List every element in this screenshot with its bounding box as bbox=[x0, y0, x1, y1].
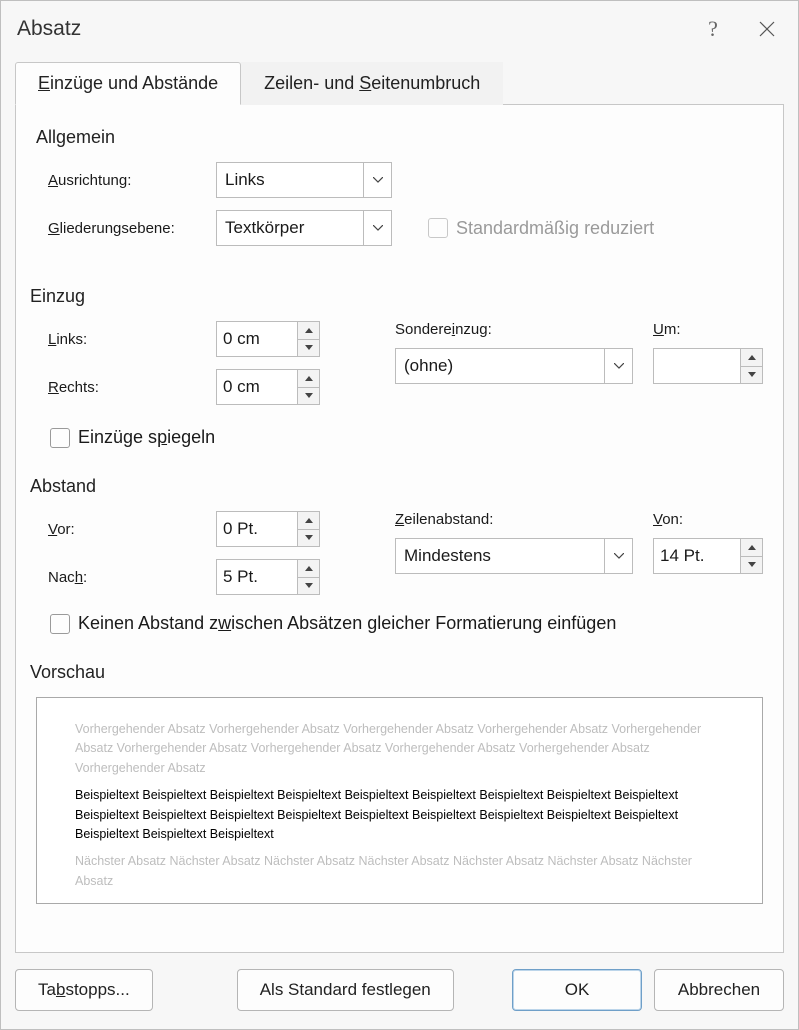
mirror-indents-checkbox[interactable]: Einzüge spiegeln bbox=[36, 427, 763, 448]
spinner-down-icon[interactable] bbox=[741, 367, 762, 384]
tab-indents-spacing[interactable]: Einzüge und Abstände bbox=[15, 62, 241, 105]
tab-bar: Einzüge und Abstände Zeilen- und Seitenu… bbox=[15, 61, 784, 105]
outline-level-dropdown[interactable]: Textkörper bbox=[216, 210, 392, 246]
section-preview-title: Vorschau bbox=[30, 662, 763, 683]
tab-panel: Allgemein Ausrichtung: Links Gliederungs… bbox=[15, 105, 784, 953]
spinner-up-icon[interactable] bbox=[741, 539, 762, 557]
spinner-down-icon[interactable] bbox=[298, 388, 319, 405]
chevron-down-icon bbox=[604, 349, 632, 383]
chevron-down-icon bbox=[363, 211, 391, 245]
title-bar: Absatz ? bbox=[1, 1, 798, 51]
help-button[interactable]: ? bbox=[686, 9, 740, 49]
spinner-down-icon[interactable] bbox=[298, 578, 319, 595]
spinner-down-icon[interactable] bbox=[298, 340, 319, 357]
cancel-button[interactable]: Abbrechen bbox=[654, 969, 784, 1011]
alignment-dropdown[interactable]: Links bbox=[216, 162, 392, 198]
special-indent-dropdown[interactable]: (ohne) bbox=[395, 348, 633, 384]
spinner-up-icon[interactable] bbox=[298, 370, 319, 388]
preview-box: Vorhergehender Absatz Vorhergehender Abs… bbox=[36, 697, 763, 904]
special-indent-label: Sondereinzug: bbox=[395, 321, 653, 338]
indent-right-spinner[interactable]: 0 cm bbox=[216, 369, 320, 405]
line-spacing-label: Zeilenabstand: bbox=[395, 511, 653, 528]
paragraph-dialog: Absatz ? Einzüge und Abstände Zeilen- un… bbox=[0, 0, 799, 1030]
spacing-columns: Vor: 0 Pt. Nach: 5 Pt. bbox=[36, 511, 763, 607]
indent-by-spinner[interactable] bbox=[653, 348, 763, 384]
spinner-up-icon[interactable] bbox=[298, 512, 319, 530]
spinner-up-icon[interactable] bbox=[298, 322, 319, 340]
checkbox-icon bbox=[428, 218, 448, 238]
section-general-title: Allgemein bbox=[36, 127, 763, 148]
section-spacing-title: Abstand bbox=[30, 476, 763, 497]
spinner-up-icon[interactable] bbox=[741, 349, 762, 367]
indent-left-label: Links: bbox=[36, 331, 216, 348]
ok-button[interactable]: OK bbox=[512, 969, 642, 1011]
checkbox-icon bbox=[50, 428, 70, 448]
set-as-default-button[interactable]: Als Standard festlegen bbox=[237, 969, 454, 1011]
indent-left-spinner[interactable]: 0 cm bbox=[216, 321, 320, 357]
dialog-content: Einzüge und Abstände Zeilen- und Seitenu… bbox=[1, 51, 798, 953]
no-space-same-style-checkbox[interactable]: Keinen Abstand zwischen Absätzen gleiche… bbox=[36, 613, 763, 634]
line-spacing-at-spinner[interactable]: 14 Pt. bbox=[653, 538, 763, 574]
spinner-up-icon[interactable] bbox=[298, 560, 319, 578]
line-spacing-dropdown[interactable]: Mindestens bbox=[395, 538, 633, 574]
alignment-label: Ausrichtung: bbox=[36, 172, 216, 189]
row-alignment: Ausrichtung: Links bbox=[36, 162, 763, 198]
preview-sample-text: Beispieltext Beispieltext Beispieltext B… bbox=[75, 786, 724, 844]
close-button[interactable] bbox=[740, 9, 794, 49]
indent-right-label: Rechts: bbox=[36, 379, 216, 396]
checkbox-icon bbox=[50, 614, 70, 634]
spinner-down-icon[interactable] bbox=[298, 530, 319, 547]
row-outline-level: Gliederungsebene: Textkörper Standardmäß… bbox=[36, 210, 763, 246]
space-before-spinner[interactable]: 0 Pt. bbox=[216, 511, 320, 547]
tabs-button[interactable]: Tabstopps... bbox=[15, 969, 153, 1011]
close-icon bbox=[759, 21, 775, 37]
preview-prev-paragraph: Vorhergehender Absatz Vorhergehender Abs… bbox=[75, 720, 724, 778]
collapsed-by-default-checkbox: Standardmäßig reduziert bbox=[414, 218, 654, 239]
space-after-label: Nach: bbox=[36, 569, 216, 586]
dialog-title: Absatz bbox=[17, 17, 686, 41]
preview-next-paragraph: Nächster Absatz Nächster Absatz Nächster… bbox=[75, 852, 724, 891]
section-indent-title: Einzug bbox=[30, 286, 763, 307]
indent-columns: Links: 0 cm Rechts: 0 cm bbox=[36, 321, 763, 417]
outline-label: Gliederungsebene: bbox=[36, 220, 216, 237]
indent-by-label: Um: bbox=[653, 321, 681, 338]
tab-line-page-breaks[interactable]: Zeilen- und Seitenumbruch bbox=[241, 62, 503, 105]
line-spacing-at-label: Von: bbox=[653, 511, 683, 528]
dialog-footer: Tabstopps... Als Standard festlegen OK A… bbox=[1, 953, 798, 1029]
space-before-label: Vor: bbox=[36, 521, 216, 538]
space-after-spinner[interactable]: 5 Pt. bbox=[216, 559, 320, 595]
chevron-down-icon bbox=[363, 163, 391, 197]
chevron-down-icon bbox=[604, 539, 632, 573]
spinner-down-icon[interactable] bbox=[741, 557, 762, 574]
